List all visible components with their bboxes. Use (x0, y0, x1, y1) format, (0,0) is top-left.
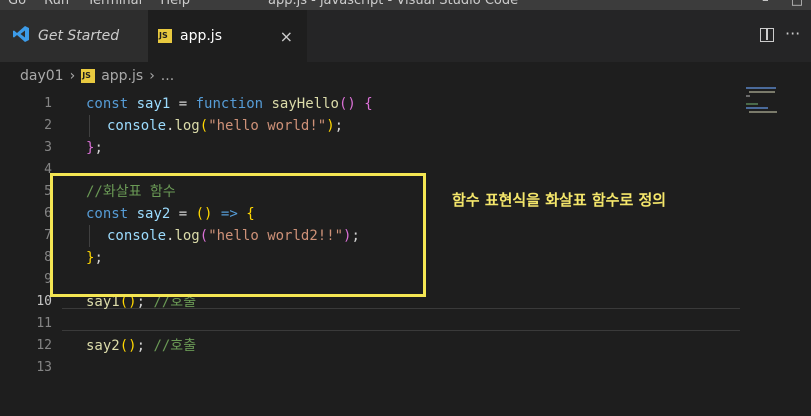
line-number: 12 (36, 338, 52, 353)
menu-help[interactable]: Help (160, 0, 190, 8)
chevron-right-icon: › (149, 68, 155, 84)
highlight-box (50, 173, 426, 297)
code-text: console.log("hello world!"); (107, 118, 344, 134)
more-actions-icon[interactable]: ··· (785, 24, 800, 43)
code-text: }; (86, 140, 103, 156)
line-number: 4 (44, 162, 52, 177)
tab-app-js[interactable]: JS app.js × (148, 10, 307, 62)
code-line: 2 console.log("hello world!"); (0, 115, 740, 137)
close-icon[interactable]: × (280, 27, 293, 46)
breadcrumb-more[interactable]: ... (161, 68, 174, 84)
minimize-icon[interactable]: – (762, 0, 769, 8)
window-title: app.js - javascript - Visual Studio Code (268, 0, 519, 8)
line-number: 7 (44, 228, 52, 243)
tab-get-started[interactable]: Get Started (0, 10, 148, 62)
line-number: 8 (44, 250, 52, 265)
tab-label: app.js (180, 28, 222, 44)
line-number: 11 (36, 316, 52, 331)
breadcrumb: day01 › JS app.js › ... (20, 68, 174, 84)
title-bar: Go Run Terminal Help app.js - javascript… (0, 0, 811, 10)
line-number: 13 (36, 360, 52, 375)
code-text: const say1 = function sayHello() { (86, 96, 373, 112)
line-number: 1 (44, 96, 52, 111)
breadcrumb-folder[interactable]: day01 (20, 68, 64, 84)
line-number: 9 (44, 272, 52, 287)
menu-go[interactable]: Go (8, 0, 26, 8)
vscode-logo-icon (12, 25, 30, 47)
code-line: 3 }; (0, 137, 740, 159)
maximize-icon[interactable]: □ (791, 0, 803, 8)
line-number: 10 (36, 294, 52, 309)
split-editor-icon[interactable] (760, 28, 774, 42)
line-number: 2 (44, 118, 52, 133)
menu-run[interactable]: Run (44, 0, 69, 8)
breadcrumb-file[interactable]: app.js (101, 68, 143, 84)
code-line: 1 const say1 = function sayHello() { (0, 93, 740, 115)
annotation-text: 함수 표현식을 화살표 함수로 정의 (452, 191, 667, 209)
line-number: 3 (44, 140, 52, 155)
minimap[interactable] (746, 85, 796, 125)
window-controls: – □ (744, 0, 803, 8)
js-file-icon: JS (158, 29, 172, 43)
code-line: 12 say2(); //호출 (0, 335, 740, 357)
code-line: 11 (0, 313, 740, 335)
line-number: 6 (44, 206, 52, 221)
indent-guide (89, 115, 90, 137)
line-number: 5 (44, 184, 52, 199)
js-file-icon: JS (81, 69, 96, 83)
menu-bar: Go Run Terminal Help (8, 0, 204, 8)
chevron-right-icon: › (69, 68, 76, 84)
menu-terminal[interactable]: Terminal (87, 0, 142, 8)
tab-bar: Get Started JS app.js × ··· (0, 10, 811, 62)
code-line: 13 (0, 357, 740, 379)
tab-label: Get Started (38, 28, 120, 44)
code-text: say2(); //호출 (86, 338, 197, 354)
